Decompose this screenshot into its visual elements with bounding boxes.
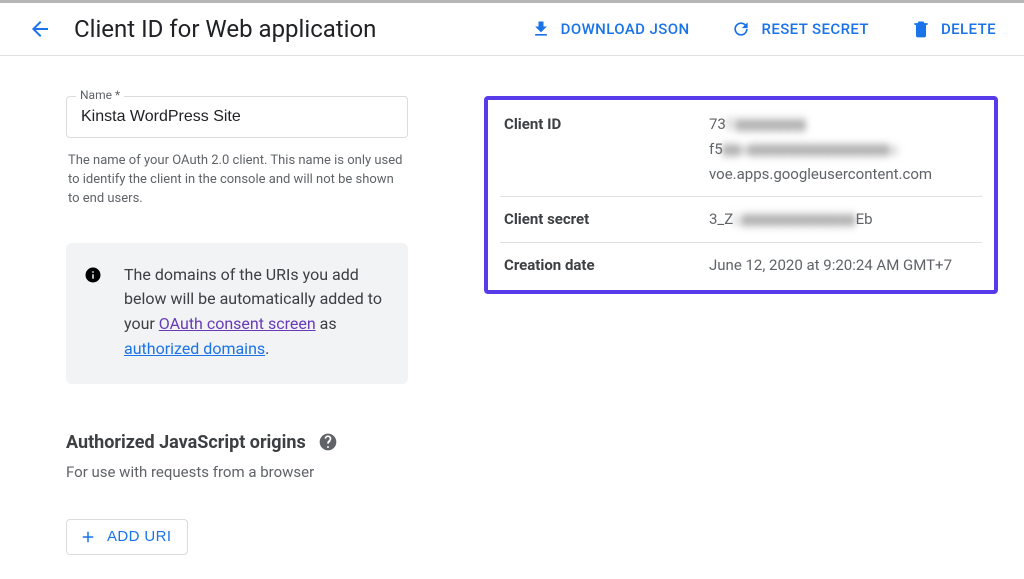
add-uri-label: ADD URI xyxy=(107,528,171,545)
client-id-row: Client ID 73C▮▮▮▮▮▮▮▮ f5▮▮a▮▮▮▮▮▮▮▮▮▮▮▮▮… xyxy=(500,102,982,197)
name-field-label: Name * xyxy=(76,88,124,102)
content: Name * The name of your OAuth 2.0 client… xyxy=(0,56,1024,555)
download-icon xyxy=(531,19,551,39)
topbar: Client ID for Web application DOWNLOAD J… xyxy=(0,0,1024,56)
plus-icon xyxy=(79,528,97,546)
callout-mid: as xyxy=(316,314,337,333)
info-icon xyxy=(84,266,102,284)
arrow-left-icon xyxy=(28,17,52,41)
oauth-consent-link[interactable]: OAuth consent screen xyxy=(159,314,316,333)
client-id-value: 73C▮▮▮▮▮▮▮▮ f5▮▮a▮▮▮▮▮▮▮▮▮▮▮▮▮▮▮▮uvoe.ap… xyxy=(709,112,978,186)
info-callout-text: The domains of the URIs you add below wi… xyxy=(124,263,390,362)
back-button[interactable] xyxy=(20,9,60,49)
top-actions: DOWNLOAD JSON RESET SECRET DELETE xyxy=(527,13,1000,45)
name-input[interactable] xyxy=(66,96,408,138)
reset-secret-label: RESET SECRET xyxy=(761,20,869,38)
refresh-icon xyxy=(731,19,751,39)
name-field-help: The name of your OAuth 2.0 client. This … xyxy=(66,144,408,209)
left-column: Name * The name of your OAuth 2.0 client… xyxy=(66,96,408,555)
info-callout: The domains of the URIs you add below wi… xyxy=(66,243,408,384)
right-column: Client ID 73C▮▮▮▮▮▮▮▮ f5▮▮a▮▮▮▮▮▮▮▮▮▮▮▮▮… xyxy=(484,96,998,555)
help-icon[interactable] xyxy=(318,432,338,452)
download-json-button[interactable]: DOWNLOAD JSON xyxy=(527,13,694,45)
origins-section-title: Authorized JavaScript origins xyxy=(66,432,306,453)
name-field-wrap: Name * xyxy=(66,96,408,138)
add-uri-button[interactable]: ADD URI xyxy=(66,519,188,555)
download-json-label: DOWNLOAD JSON xyxy=(561,20,690,38)
client-secret-value: 3_ZL▮▮▮▮▮▮▮▮▮▮▮▮▮Eb xyxy=(709,207,873,232)
delete-label: DELETE xyxy=(941,20,996,38)
page-title: Client ID for Web application xyxy=(74,15,513,43)
callout-end: . xyxy=(265,339,269,358)
credentials-box: Client ID 73C▮▮▮▮▮▮▮▮ f5▮▮a▮▮▮▮▮▮▮▮▮▮▮▮▮… xyxy=(484,96,998,294)
origins-section-header: Authorized JavaScript origins xyxy=(66,432,408,453)
trash-icon xyxy=(911,19,931,39)
client-secret-row: Client secret 3_ZL▮▮▮▮▮▮▮▮▮▮▮▮▮Eb xyxy=(500,197,982,243)
creation-date-label: Creation date xyxy=(504,253,709,278)
client-id-label: Client ID xyxy=(504,112,709,186)
client-secret-label: Client secret xyxy=(504,207,709,232)
creation-date-row: Creation date June 12, 2020 at 9:20:24 A… xyxy=(500,243,982,288)
origins-section-sub: For use with requests from a browser xyxy=(66,463,408,481)
delete-button[interactable]: DELETE xyxy=(907,13,1000,45)
reset-secret-button[interactable]: RESET SECRET xyxy=(727,13,873,45)
authorized-domains-link[interactable]: authorized domains xyxy=(124,339,265,358)
creation-date-value: June 12, 2020 at 9:20:24 AM GMT+7 xyxy=(709,253,952,278)
